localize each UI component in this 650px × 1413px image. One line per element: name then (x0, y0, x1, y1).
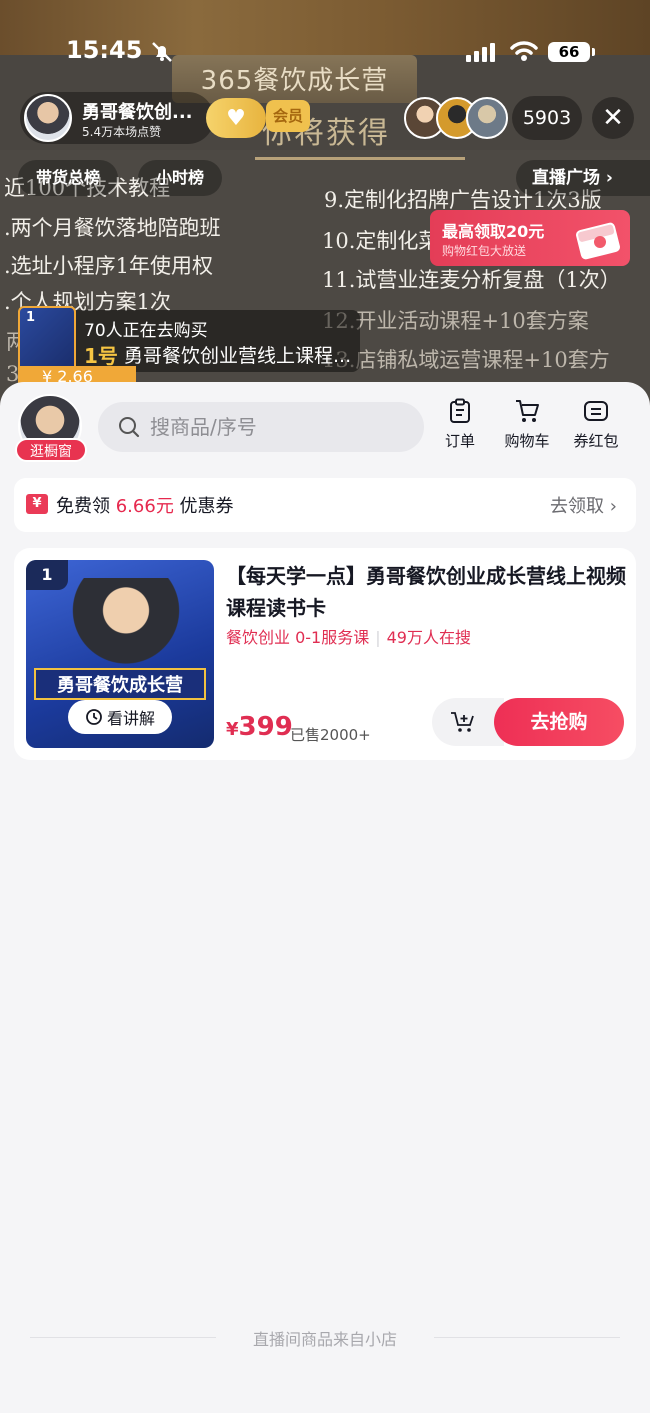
product-price: ¥399 (226, 712, 293, 742)
bell-off-icon (152, 42, 172, 62)
footer-note: 直播间商品来自小店 (252, 1330, 397, 1349)
browse-showcase-button[interactable]: 逛橱窗 (15, 438, 87, 462)
host-name[interactable]: 勇哥餐饮创... (82, 98, 193, 124)
buying-product-thumb: 1 (18, 306, 76, 372)
coupon-icon: ¥ (26, 494, 48, 514)
product-tag: 餐饮创业 0-1服务课 (226, 628, 370, 647)
envelope-icon (576, 222, 620, 260)
product-title[interactable]: 【每天学一点】勇哥餐饮创业成长营线上视频课程读书卡 (226, 560, 626, 624)
coupon-wallet-label: 券红包 (573, 432, 619, 450)
order-icon (450, 398, 470, 423)
battery-indicator: 66 (548, 42, 595, 62)
rank-chip-sales[interactable]: 带货总榜 (18, 160, 119, 196)
replay-icon (86, 709, 102, 725)
close-icon[interactable]: ✕ (592, 97, 634, 139)
board-right-line: 12.开业活动课程+10套方案 (322, 309, 589, 333)
buy-now-button[interactable]: 去抢购 (494, 698, 624, 746)
buying-product-name: 勇哥餐饮创业营线上课程... (124, 345, 352, 367)
coupon-wallet-button[interactable]: 券红包 (566, 398, 626, 454)
watch-explanation-label: 看讲解 (106, 709, 155, 728)
buying-count: 70人正在去购买 (84, 321, 208, 341)
claim-coupon-link[interactable]: 去领取 › (550, 492, 617, 518)
live-plaza-button[interactable]: 直播广场 › (516, 160, 650, 196)
cart-button[interactable]: 购物车 (497, 398, 557, 454)
product-search-tag: 49万人在搜 (386, 628, 471, 647)
price-currency: ¥ (226, 719, 239, 740)
viewer-count[interactable]: 5903 (512, 96, 582, 140)
host-likes: 5.4万本场点赞 (82, 125, 162, 139)
watch-explanation-button[interactable]: 看讲解 (68, 700, 172, 734)
sold-count: 已售2000+ (290, 726, 371, 744)
coupon-suffix: 优惠券 (179, 496, 234, 517)
coupon-text: 免费领 6.66元 优惠券 (56, 492, 234, 518)
board-left-line: .两个月餐饮落地陪跑班 (4, 216, 221, 240)
cart-icon (516, 400, 539, 422)
shopping-panel (0, 382, 650, 1413)
coupon-amount: 6.66元 (115, 496, 174, 517)
board-right-line: 11.试营业连麦分析复盘（1次） (322, 268, 621, 292)
rank-chip-hourly[interactable]: 小时榜 (138, 160, 223, 196)
product-tags: 餐饮创业 0-1服务课 | 49万人在搜 (226, 628, 471, 647)
host-avatar[interactable] (24, 94, 72, 142)
coupon-wallet-icon (584, 401, 608, 421)
buying-index: 1号 (84, 344, 118, 368)
wifi-icon (510, 41, 538, 61)
coupon-prefix: 免费领 (56, 496, 110, 517)
orders-button[interactable]: 订单 (430, 398, 490, 454)
red-packet-subtitle: 购物红包大放送 (442, 244, 527, 258)
fan-club-button[interactable]: ♥ (206, 98, 266, 138)
member-badge[interactable]: 会员 (266, 100, 310, 132)
cart-plus-icon (451, 712, 474, 732)
board-rule (255, 157, 465, 160)
status-time: 15:45 (66, 36, 143, 64)
price-value: 399 (238, 712, 293, 742)
product-image-banner: 勇哥餐饮成长营 (34, 668, 206, 700)
cart-label: 购物车 (504, 432, 550, 450)
thumb-index: 1 (26, 310, 36, 325)
red-packet-title: 最高领取20元 (442, 222, 545, 241)
board-right-line: 13.店铺私域运营课程+10套方 (322, 348, 610, 372)
board-title: 365餐饮成长营 (200, 66, 389, 96)
orders-label: 订单 (444, 432, 475, 450)
board-left-line: .选址小程序1年使用权 (4, 254, 214, 278)
signal-icon (466, 43, 495, 62)
viewer-avatar[interactable] (466, 97, 508, 139)
search-input[interactable] (150, 402, 410, 452)
heart-plus-icon: ♥ (226, 105, 246, 131)
search-icon (119, 417, 140, 438)
product-index: 1 (26, 560, 68, 590)
